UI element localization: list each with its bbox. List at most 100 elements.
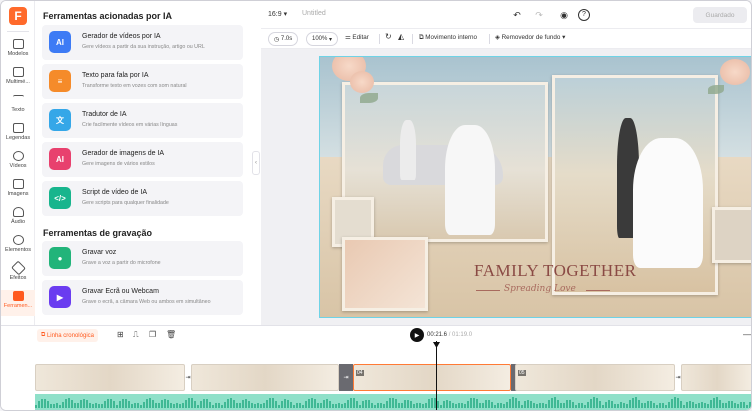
tool-card-ai-video-script[interactable]: </> Script de vídeo de IA Gere scripts p… — [42, 181, 243, 216]
collapse-panel-handle[interactable]: ‹ — [252, 151, 260, 175]
tool-card-ai-video-generator[interactable]: AI Gerador de vídeos por IA Gere vídeos … — [42, 25, 243, 60]
waveform-bar — [317, 403, 319, 408]
waveform-bar — [275, 401, 277, 408]
tool-title: Gerador de vídeos por IA — [82, 33, 161, 40]
rotate-icon[interactable]: ↻ — [385, 32, 392, 41]
waveform-bar — [638, 399, 640, 408]
audio-track[interactable] — [35, 394, 751, 410]
waveform-bar — [512, 397, 514, 408]
timeline-clip[interactable]: 05 — [515, 364, 675, 391]
tool-title: Gravar Ecrã ou Webcam — [82, 288, 159, 295]
waveform-bar — [353, 398, 355, 408]
waveform-bar — [653, 402, 655, 408]
tool-card-ai-image-generator[interactable]: AI Gerador de imagens de IA Gere imagens… — [42, 142, 243, 177]
rail-item-elements[interactable]: Elementos — [1, 234, 35, 260]
waveform-bar — [392, 397, 394, 408]
waveform-bar — [662, 402, 664, 408]
rail-item-audio[interactable]: Áudio — [1, 206, 35, 232]
saved-button[interactable]: Guardado — [693, 7, 747, 23]
rail-item-images[interactable]: Imagens — [1, 178, 35, 204]
tool-card-record-screen[interactable]: ▶ Gravar Ecrã ou Webcam Grave o ecrã, a … — [42, 280, 243, 315]
playhead[interactable] — [436, 341, 437, 410]
aspect-ratio-select[interactable]: 16:9 ▾ — [268, 10, 287, 18]
timeline-clip-selected[interactable]: 04 — [353, 364, 511, 391]
inner-motion-button[interactable]: ⧉ Movimento interno — [419, 34, 477, 42]
rail-item-templates[interactable]: Modelos — [1, 38, 35, 64]
add-track-icon[interactable]: ⊞ — [117, 330, 124, 339]
waveform-bar — [203, 399, 205, 408]
timeline-clip[interactable] — [681, 364, 751, 391]
waveform-bar — [572, 402, 574, 408]
image-icon — [12, 179, 24, 189]
subtitles-icon — [12, 123, 24, 133]
undo-icon[interactable]: ↶ — [511, 9, 523, 21]
waveform-bar — [47, 400, 49, 408]
preview-icon[interactable]: ◉ — [558, 9, 570, 21]
waveform-bar — [542, 403, 544, 408]
rail-item-subtitles[interactable]: Legendas — [1, 122, 35, 148]
play-button[interactable]: ▶ — [410, 328, 424, 342]
tool-desc: Crie facilmente vídeos em várias línguas — [82, 122, 178, 128]
help-icon[interactable]: ? — [578, 9, 590, 21]
waveform-bar — [110, 398, 112, 408]
video-canvas[interactable]: FAMILY TOGETHER Spreading Love — [319, 56, 751, 318]
tool-card-text-to-speech[interactable]: ≡ Texto para fala por IA Transforme text… — [42, 64, 243, 99]
background-remover-button[interactable]: ◈ Removedor de fundo ▾ — [495, 34, 565, 41]
tool-card-record-voice[interactable]: ● Gravar voz Grave a voz a partir do mic… — [42, 241, 243, 276]
waveform-bar — [59, 404, 61, 408]
waveform-bar — [362, 401, 364, 408]
waveform-bar — [530, 400, 532, 408]
rail-item-effects[interactable]: Efeitos — [1, 260, 35, 288]
waveform-bar — [221, 404, 223, 408]
edit-button[interactable]: ⚌ Editar — [345, 34, 369, 41]
effects-icon — [10, 260, 26, 276]
tool-card-ai-translator[interactable]: 文 Tradutor de IA Crie facilmente vídeos … — [42, 103, 243, 138]
waveform-bar — [590, 398, 592, 408]
split-icon[interactable]: ⎍ — [133, 330, 139, 340]
zoom-select[interactable]: 100% ▾ — [306, 32, 339, 46]
waveform-bar — [155, 402, 157, 408]
redo-icon[interactable]: ↷ — [533, 9, 545, 21]
timeline-clip[interactable] — [35, 364, 185, 391]
waveform-bar — [335, 403, 337, 408]
rail-item-videos[interactable]: Vídeos — [1, 150, 35, 176]
waveform-bar — [101, 403, 103, 408]
audio-icon — [12, 207, 24, 217]
duplicate-icon[interactable]: ❐ — [149, 330, 156, 339]
waveform-bar — [644, 402, 646, 408]
waveform-bar — [38, 401, 40, 408]
rail-item-media[interactable]: Multimé... — [1, 66, 35, 92]
timeline-clip[interactable] — [191, 364, 339, 391]
waveform-bar — [566, 400, 568, 408]
waveform-bar — [332, 403, 334, 408]
ornament-line — [476, 290, 500, 291]
project-title[interactable]: Untitled — [302, 10, 326, 17]
waveform-bar — [722, 403, 724, 408]
waveform-bar — [731, 401, 733, 408]
zoom-out-icon[interactable]: — — [743, 329, 751, 339]
delete-icon[interactable]: 🗑 — [166, 330, 176, 339]
waveform-bar — [557, 399, 559, 408]
waveform-bar — [491, 401, 493, 408]
flip-icon[interactable]: ◭ — [398, 32, 404, 41]
transition-marker[interactable]: ⇥ — [339, 364, 353, 391]
waveform-bar — [569, 400, 571, 408]
waveform-bar — [257, 402, 259, 408]
canvas-subtitle-text[interactable]: Spreading Love — [504, 284, 576, 294]
waveform-bar — [725, 402, 727, 408]
waveform-bar — [623, 403, 625, 408]
rail-item-tools[interactable]: Ferramen... — [1, 290, 35, 316]
timeline-tag[interactable]: ⧉ Linha cronológica — [37, 329, 98, 342]
waveform-bar — [455, 404, 457, 408]
rail-item-text[interactable]: Texto — [1, 94, 35, 120]
bride-figure — [633, 138, 703, 268]
waveform-bar — [140, 405, 142, 408]
canvas-title-text[interactable]: FAMILY TOGETHER — [474, 261, 636, 281]
waveform-bar — [287, 399, 289, 408]
waveform-bar — [617, 403, 619, 408]
duration-control[interactable]: ◷ 7.0s — [268, 32, 299, 46]
waveform-bar — [482, 402, 484, 408]
waveform-bar — [686, 401, 688, 408]
clip-number: 04 — [356, 370, 364, 376]
leaf-decoration — [360, 93, 378, 103]
